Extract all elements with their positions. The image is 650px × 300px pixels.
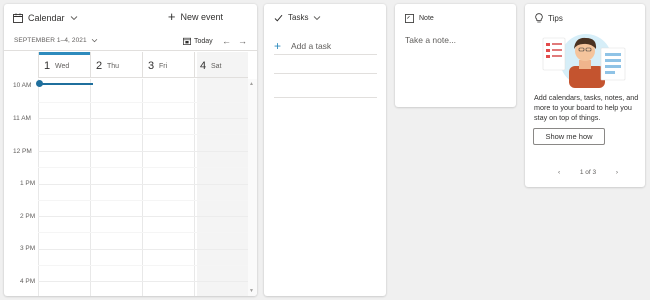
tips-pager: ‹ 1 of 3 › bbox=[558, 169, 618, 176]
today-button[interactable]: Today bbox=[183, 37, 213, 45]
tips-description: Add calendars, tasks, notes, and more to… bbox=[534, 93, 639, 122]
grid-line bbox=[38, 167, 248, 168]
arrow-right-icon[interactable]: → bbox=[238, 36, 247, 46]
time-label: 12 PM bbox=[13, 148, 32, 155]
tips-illustration bbox=[539, 32, 633, 90]
day-number: 1 bbox=[44, 60, 51, 72]
new-event-label: New event bbox=[180, 12, 223, 22]
calendar-today-icon bbox=[183, 37, 191, 45]
task-row-divider bbox=[274, 97, 377, 98]
date-range-label: SEPTEMBER 1–4, 2021 bbox=[14, 37, 87, 44]
tasks-title-button[interactable]: Tasks bbox=[274, 13, 321, 22]
calendar-card: Calendar + New event SEPTEMBER 1–4, 2021… bbox=[4, 4, 257, 296]
tasks-card: Tasks + Add a task bbox=[264, 4, 386, 296]
time-label: 3 PM bbox=[20, 245, 36, 252]
day-column[interactable] bbox=[38, 79, 90, 296]
lightbulb-icon bbox=[535, 13, 543, 23]
day-name: Thu bbox=[107, 63, 120, 70]
time-label: 10 AM bbox=[13, 82, 32, 89]
add-task-placeholder: Add a task bbox=[291, 41, 332, 51]
grid-line bbox=[38, 281, 248, 282]
day-number: 2 bbox=[96, 60, 103, 72]
day-column[interactable] bbox=[142, 79, 194, 296]
calendar-icon bbox=[13, 13, 23, 23]
tips-header: Tips bbox=[535, 13, 563, 23]
plus-icon: + bbox=[167, 9, 176, 24]
day-header-row: 1 Wed 2 Thu 3 Fri 4 Sat bbox=[38, 52, 248, 78]
plus-icon: + bbox=[274, 39, 282, 53]
task-row-divider bbox=[274, 73, 377, 74]
chevron-right-icon[interactable]: › bbox=[616, 169, 618, 176]
tasks-title: Tasks bbox=[288, 13, 309, 22]
grid-line bbox=[38, 102, 248, 103]
note-card: Note Take a note... bbox=[395, 4, 516, 107]
show-me-how-button[interactable]: Show me how bbox=[533, 128, 605, 145]
arrow-left-icon[interactable]: ← bbox=[222, 36, 231, 46]
grid-line bbox=[38, 200, 248, 201]
day-column[interactable] bbox=[194, 79, 248, 296]
grid-line bbox=[38, 151, 248, 152]
day-header-thu[interactable]: 2 Thu bbox=[90, 52, 142, 78]
grid-line bbox=[38, 118, 248, 119]
note-header: Note bbox=[405, 14, 434, 23]
tips-title: Tips bbox=[548, 13, 563, 23]
time-grid[interactable]: 10 AM 11 AM 12 PM 1 PM 2 PM 3 PM 4 PM bbox=[4, 79, 248, 296]
day-header-wed[interactable]: 1 Wed bbox=[38, 52, 91, 78]
scroll-up-icon[interactable]: ▲ bbox=[249, 81, 254, 87]
chevron-down-icon bbox=[91, 38, 98, 43]
calendar-header: Calendar + New event bbox=[4, 4, 257, 32]
today-label: Today bbox=[194, 37, 213, 45]
note-icon bbox=[405, 14, 414, 23]
date-range-picker[interactable]: SEPTEMBER 1–4, 2021 bbox=[14, 37, 98, 44]
grid-line bbox=[38, 265, 248, 266]
current-time-indicator bbox=[42, 83, 93, 85]
grid-line bbox=[38, 216, 248, 217]
time-label: 2 PM bbox=[20, 213, 36, 220]
day-name: Wed bbox=[55, 63, 70, 70]
day-header-fri[interactable]: 3 Fri bbox=[142, 52, 194, 78]
chevron-left-icon[interactable]: ‹ bbox=[558, 169, 560, 176]
calendar-title-button[interactable]: Calendar bbox=[13, 13, 78, 23]
tips-card: Tips Add calendars, tasks, notes, and mo… bbox=[525, 4, 645, 187]
new-event-button[interactable]: + New event bbox=[167, 9, 223, 24]
day-name: Fri bbox=[159, 63, 168, 70]
note-input[interactable]: Take a note... bbox=[405, 35, 456, 45]
day-name: Sat bbox=[211, 63, 222, 70]
time-label: 11 AM bbox=[13, 115, 31, 122]
chevron-down-icon bbox=[70, 15, 78, 21]
pager-label: 1 of 3 bbox=[579, 169, 597, 176]
chevron-down-icon bbox=[313, 15, 321, 21]
time-label: 1 PM bbox=[20, 180, 36, 187]
add-task-input[interactable]: + Add a task bbox=[274, 38, 377, 55]
day-column[interactable] bbox=[90, 79, 142, 296]
calendar-toolbar: SEPTEMBER 1–4, 2021 Today ← → bbox=[4, 34, 257, 51]
day-number: 4 bbox=[200, 60, 207, 72]
scroll-down-icon[interactable]: ▼ bbox=[249, 288, 254, 294]
grid-line bbox=[38, 134, 248, 135]
note-title: Note bbox=[419, 15, 434, 22]
grid-line bbox=[38, 184, 248, 185]
grid-line bbox=[38, 249, 248, 250]
calendar-title: Calendar bbox=[28, 13, 65, 23]
day-number: 3 bbox=[148, 60, 155, 72]
scrollbar[interactable]: ▲ ▼ bbox=[248, 79, 257, 296]
time-label: 4 PM bbox=[20, 278, 36, 285]
grid-line bbox=[38, 232, 248, 233]
checkmark-icon bbox=[274, 14, 283, 22]
day-header-sat[interactable]: 4 Sat bbox=[194, 52, 248, 78]
